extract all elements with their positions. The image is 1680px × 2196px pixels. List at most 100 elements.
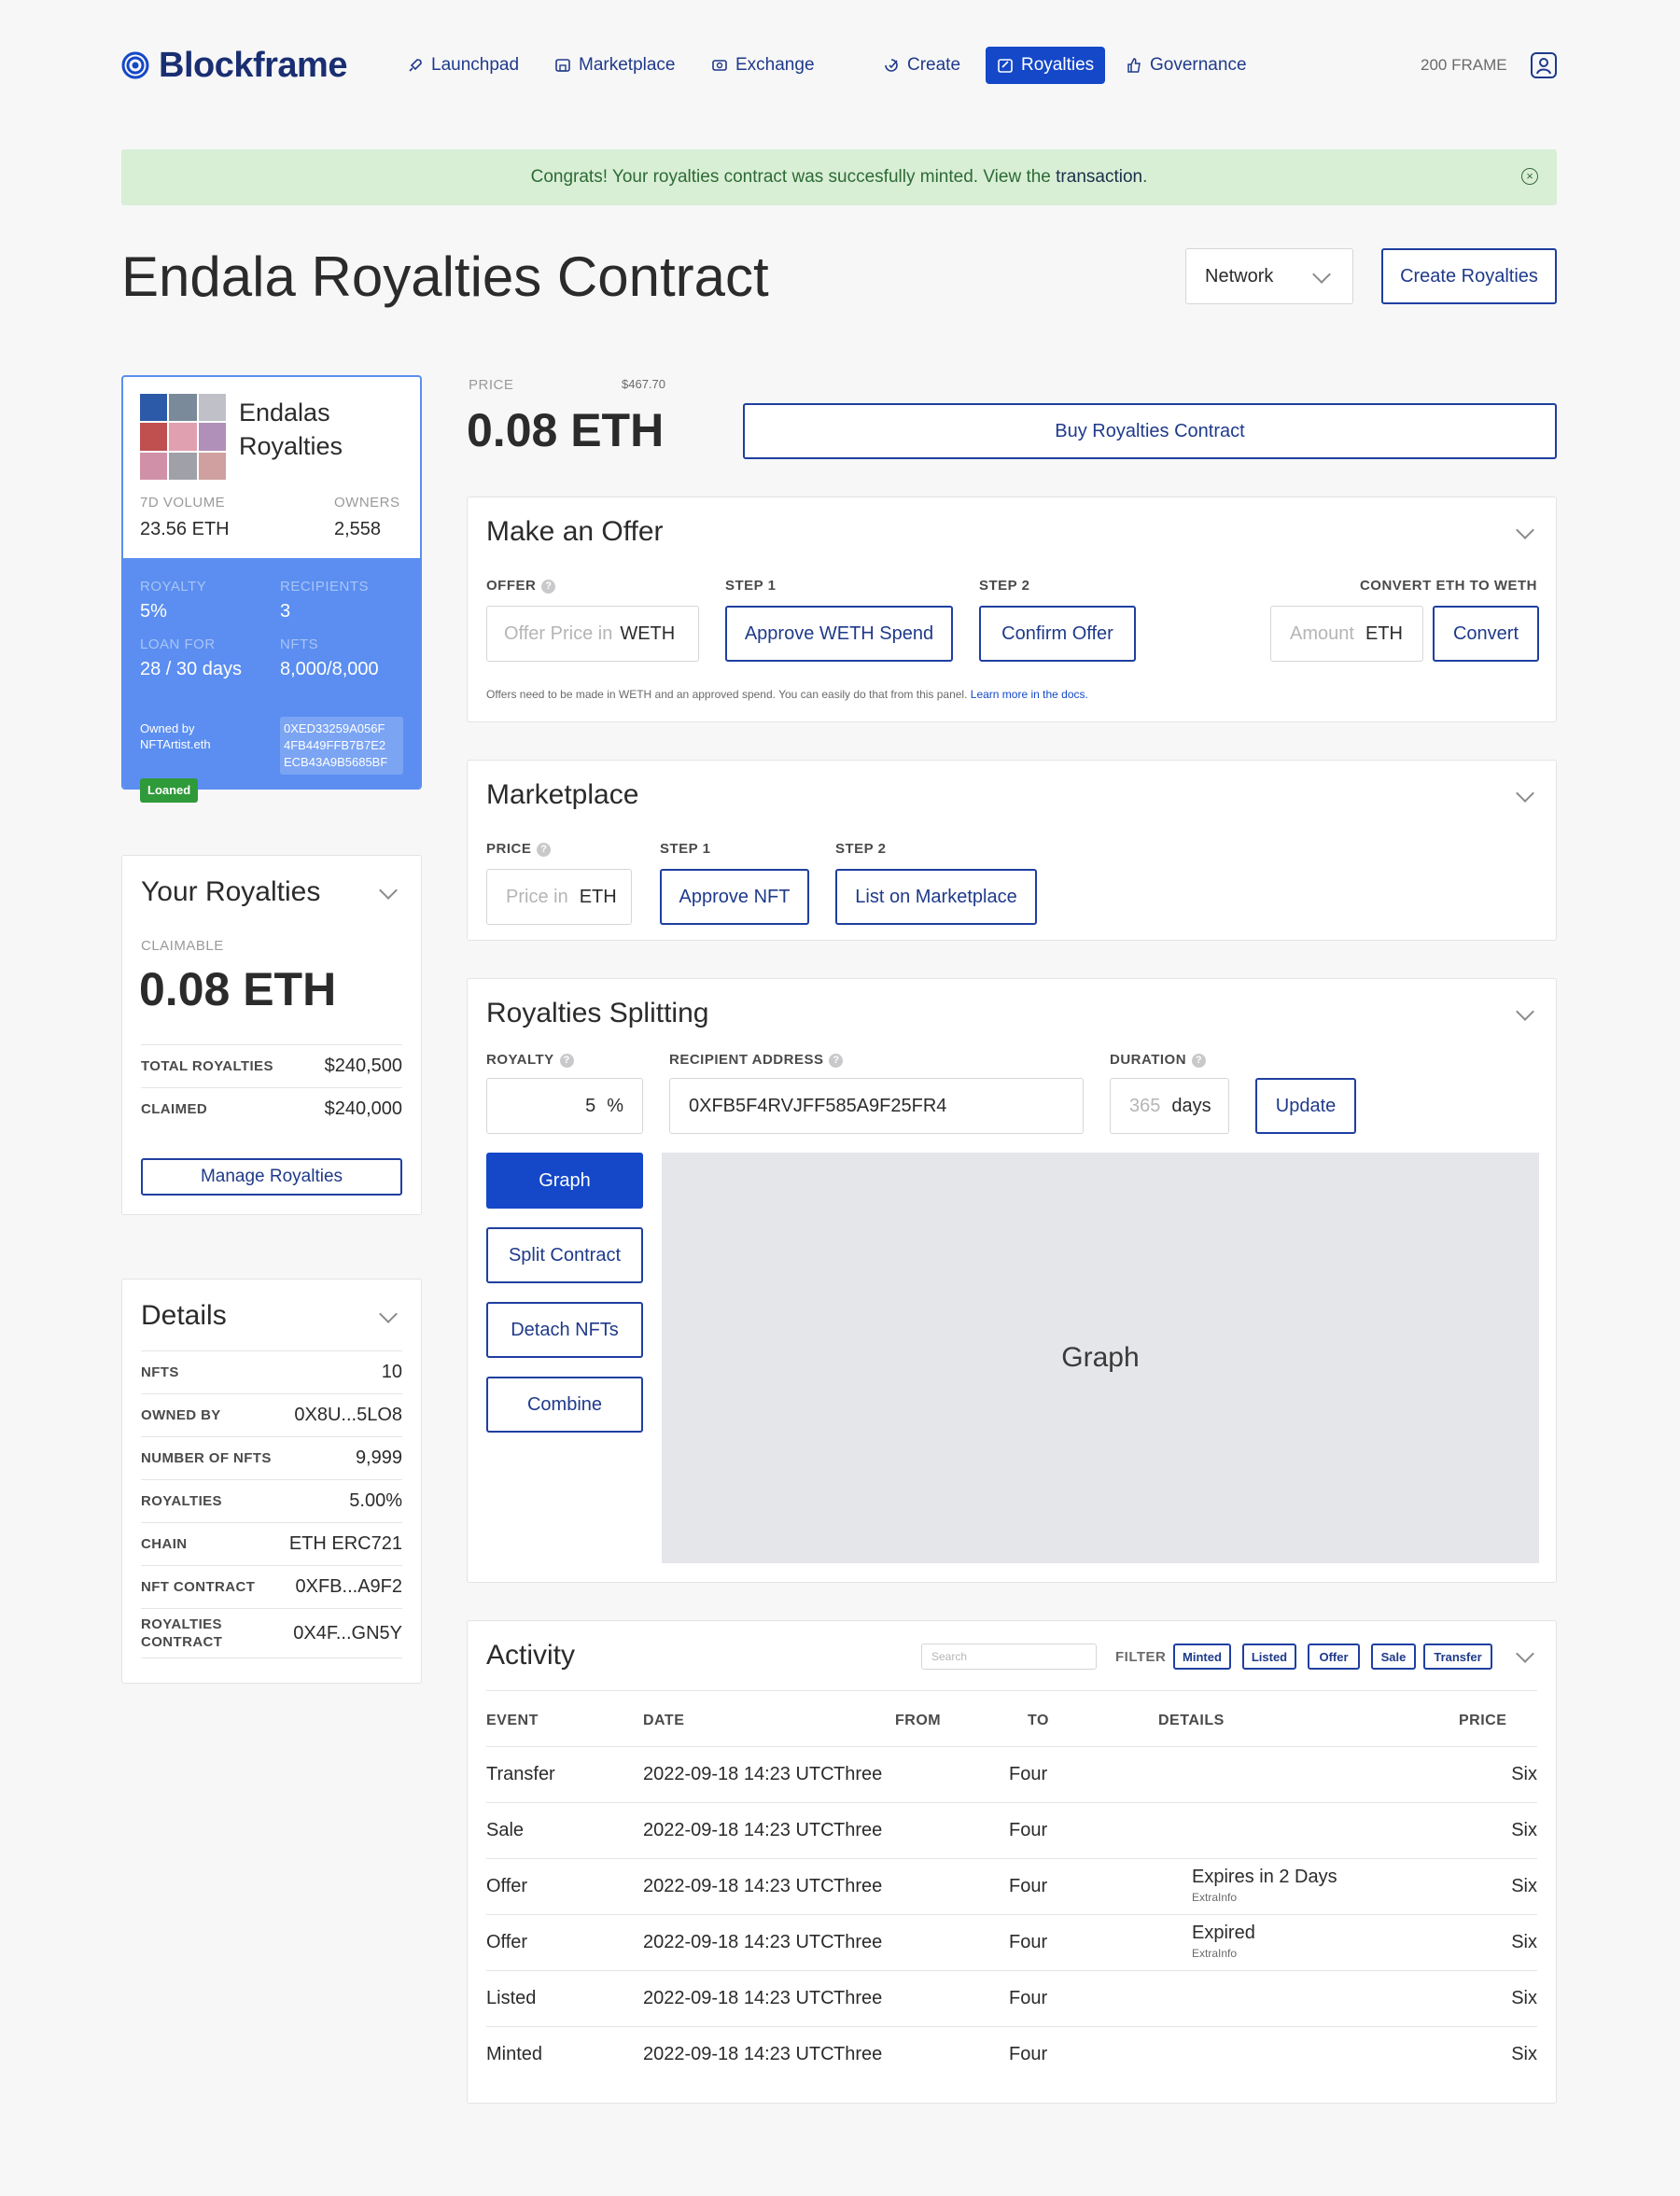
row-value[interactable]: 0XFB...A9F2 [296, 1576, 403, 1598]
filter-minted[interactable]: Minted [1173, 1644, 1231, 1670]
placeholder: Offer Price in [504, 622, 613, 644]
account-button[interactable] [1531, 52, 1557, 78]
approve-nft-button[interactable]: Approve NFT [660, 869, 809, 925]
nft-card[interactable]: Endalas Royalties 7D VOLUME 23.56 ETH OW… [121, 375, 422, 790]
info-icon[interactable]: ? [559, 1053, 574, 1068]
info-icon[interactable]: ? [541, 579, 556, 594]
banner-transaction-link[interactable]: transaction [1056, 167, 1142, 188]
nav-launchpad[interactable]: Launchpad [407, 52, 519, 78]
royalty-input[interactable]: 5 % [486, 1078, 643, 1134]
owners-value: 2,558 [334, 519, 382, 539]
cell-to: Four [1009, 2044, 1048, 2064]
owned-by-value[interactable]: NFTArtist.eth [140, 736, 211, 752]
nav-marketplace[interactable]: Marketplace [554, 52, 676, 78]
loan-label: LOAN FOR [140, 636, 216, 652]
filter-transfer[interactable]: Transfer [1423, 1644, 1492, 1670]
detail-row: NFT CONTRACT 0XFB...A9F2 [141, 1565, 402, 1608]
filter-label: FILTER [1115, 1649, 1167, 1665]
row-value: 5.00% [349, 1490, 402, 1511]
row-key: NFTS [141, 1364, 179, 1380]
info-icon[interactable]: ? [1192, 1053, 1207, 1068]
brand-logo[interactable]: Blockframe [121, 46, 347, 85]
docs-link[interactable]: Learn more in the docs. [971, 688, 1088, 701]
chevron-down-icon[interactable] [1516, 521, 1534, 539]
activity-search-input[interactable]: Search [921, 1644, 1097, 1670]
cell-from: Three [833, 1764, 883, 1784]
cell-price: Six [1511, 1764, 1537, 1784]
cell-price: Six [1511, 1988, 1537, 2008]
nft-card-stats: ROYALTY 5% RECIPIENTS 3 LOAN FOR 28 / 30… [123, 558, 420, 788]
row-value[interactable]: 0X4F...GN5Y [293, 1623, 402, 1644]
chevron-down-icon[interactable] [1516, 784, 1534, 803]
convert-label: CONVERT ETH TO WETH [1359, 578, 1537, 594]
offer-label: OFFER? [486, 578, 556, 594]
detail-row: NFTS 10 [141, 1350, 402, 1393]
filter-offer[interactable]: Offer [1308, 1644, 1360, 1670]
offer-price-input[interactable]: Offer Price in WETH [486, 606, 699, 662]
network-select[interactable]: Network [1185, 248, 1353, 304]
nav-create[interactable]: Create [883, 52, 960, 78]
row-value: ETH ERC721 [288, 1533, 402, 1554]
owners-label: OWNERS [334, 495, 400, 511]
duration-input[interactable]: 365 days [1110, 1078, 1229, 1134]
convert-amount-input[interactable]: Amount ETH [1270, 606, 1423, 662]
page-title: Endala Royalties Contract [121, 245, 769, 308]
table-row[interactable]: Sale 2022-09-18 14:23 UTC Three Four Six [486, 1802, 1537, 1858]
cell-event: Transfer [486, 1764, 555, 1784]
combine-button[interactable]: Combine [486, 1377, 643, 1433]
row-key: TOTAL ROYALTIES [141, 1058, 273, 1074]
buy-royalties-button[interactable]: Buy Royalties Contract [743, 403, 1557, 459]
nav-royalties[interactable]: Royalties [986, 47, 1106, 84]
cell-date: 2022-09-18 14:23 UTC [643, 1876, 834, 1896]
create-royalties-button[interactable]: Create Royalties [1381, 248, 1557, 304]
nav-exchange[interactable]: Exchange [711, 52, 815, 78]
filter-listed[interactable]: Listed [1242, 1644, 1296, 1670]
address-line: ECB43A9B5685BF [284, 755, 388, 769]
graph-button[interactable]: Graph [486, 1153, 643, 1209]
col-price: PRICE [1459, 1713, 1507, 1728]
chevron-down-icon[interactable] [379, 881, 398, 900]
filter-sale[interactable]: Sale [1371, 1644, 1416, 1670]
recipients-label: RECIPIENTS [280, 579, 370, 594]
nav-governance[interactable]: Governance [1126, 52, 1247, 78]
table-row[interactable]: Transfer 2022-09-18 14:23 UTC Three Four… [486, 1746, 1537, 1802]
marketplace-panel: Marketplace PRICE? Price in ETH STEP 1 A… [467, 760, 1557, 941]
close-icon[interactable]: × [1521, 168, 1538, 185]
detail-row: ROYALTIES 5.00% [141, 1479, 402, 1522]
unit: days [1171, 1095, 1211, 1116]
split-contract-button[interactable]: Split Contract [486, 1227, 643, 1283]
info-icon[interactable]: ? [829, 1053, 844, 1068]
detach-nfts-button[interactable]: Detach NFTs [486, 1302, 643, 1358]
chevron-down-icon[interactable] [1516, 1644, 1534, 1663]
contract-address[interactable]: 0XED33259A056F 4FB449FFB7B7E2 ECB43A9B56… [280, 717, 403, 775]
list-on-marketplace-button[interactable]: List on Marketplace [835, 869, 1037, 925]
nft-thumbnail [140, 394, 226, 480]
table-row[interactable]: Listed 2022-09-18 14:23 UTC Three Four S… [486, 1970, 1537, 2026]
nft-name-line2: Royalties [239, 432, 343, 460]
chevron-down-icon[interactable] [379, 1305, 398, 1323]
step2-label: STEP 2 [979, 578, 1030, 594]
price-input[interactable]: Price in ETH [486, 869, 632, 925]
approve-weth-button[interactable]: Approve WETH Spend [725, 606, 953, 662]
claimable-value: 0.08 ETH [139, 963, 337, 1015]
chevron-down-icon[interactable] [1516, 1002, 1534, 1021]
table-row[interactable]: Offer 2022-09-18 14:23 UTC Three Four Ex… [486, 1914, 1537, 1970]
row-value[interactable]: 0X8U...5LO8 [294, 1405, 402, 1426]
manage-royalties-button[interactable]: Manage Royalties [141, 1158, 402, 1196]
royalty-row: TOTAL ROYALTIES $240,500 [141, 1044, 402, 1087]
value: 0XFB5F4RVJFF585A9F25FR4 [689, 1095, 947, 1116]
convert-button[interactable]: Convert [1433, 606, 1539, 662]
cell-event: Offer [486, 1932, 528, 1952]
update-button[interactable]: Update [1255, 1078, 1356, 1134]
recipient-address-input[interactable]: 0XFB5F4RVJFF585A9F25FR4 [669, 1078, 1084, 1134]
loan-value: 28 / 30 days [140, 659, 242, 679]
cell-extra: ExtraInfo [1192, 1947, 1238, 1960]
info-icon[interactable]: ? [537, 842, 552, 857]
col-to: TO [1028, 1713, 1049, 1728]
table-row[interactable]: Offer 2022-09-18 14:23 UTC Three Four Ex… [486, 1858, 1537, 1914]
cell-price: Six [1511, 1876, 1537, 1896]
recipients-value: 3 [280, 601, 291, 622]
confirm-offer-button[interactable]: Confirm Offer [979, 606, 1136, 662]
table-row[interactable]: Minted 2022-09-18 14:23 UTC Three Four S… [486, 2026, 1537, 2082]
volume-label: 7D VOLUME [140, 495, 226, 511]
